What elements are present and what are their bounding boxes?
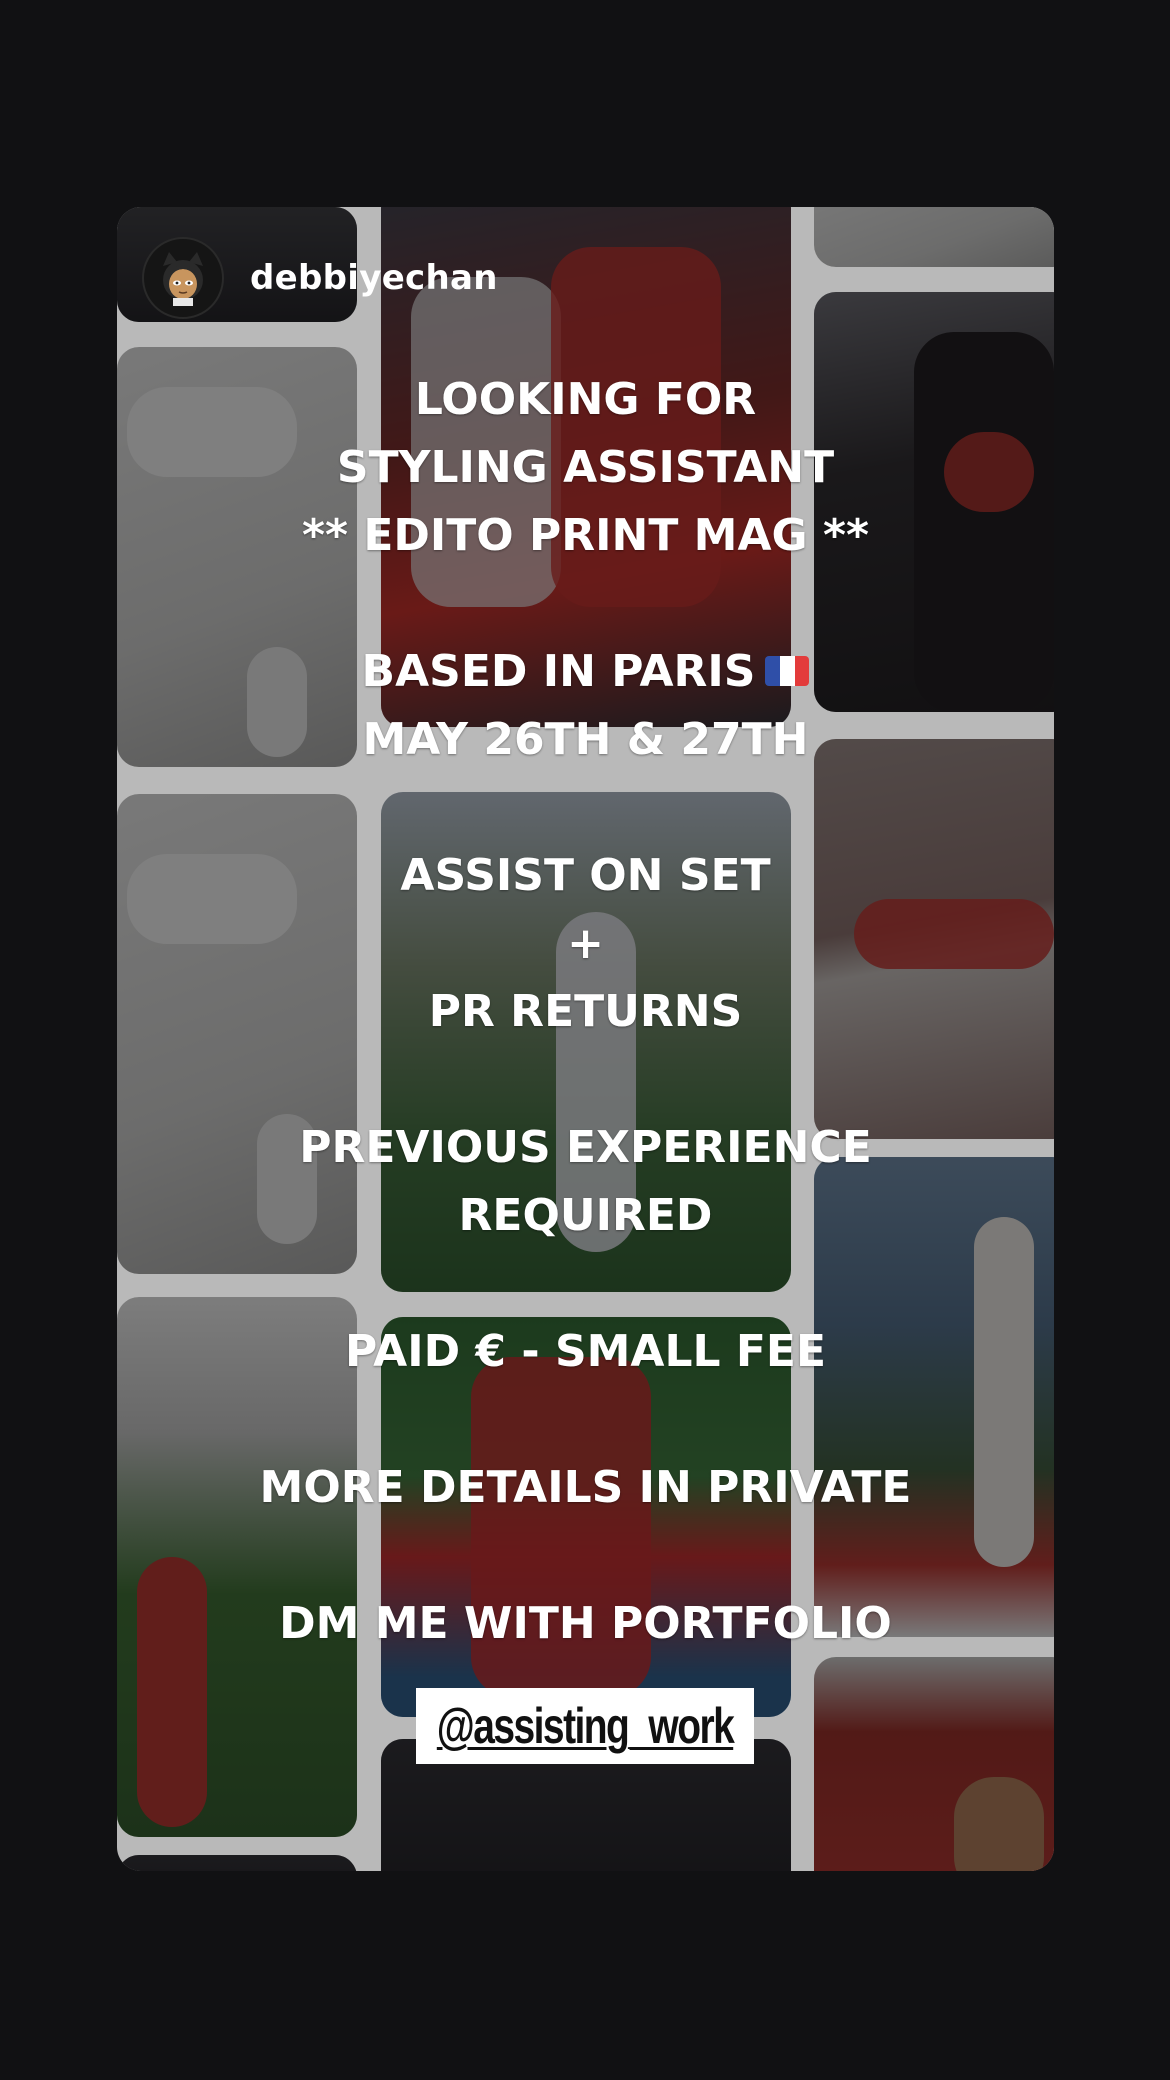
mention-sticker[interactable]: @assisting_work [416,1688,754,1764]
cartoon-cat-girl-avatar-icon[interactable] [142,237,224,319]
announcement-line: STYLING ASSISTANT [336,442,835,493]
story-screen: debbiyechan LOOKING FOR STYLING ASSISTAN… [0,0,1170,2080]
announcement-line: + [567,918,604,969]
announcement-line: LOOKING FOR [414,374,757,425]
announcement-line: ** EDITO PRINT MAG ** [302,510,869,561]
story-header: debbiyechan [142,237,498,319]
announcement-line: PR RETURNS [428,986,743,1037]
announcement-line: MAY 26TH & 27TH [362,714,809,765]
announcement-line: ASSIST ON SET [400,850,771,901]
location-text: BASED IN PARIS [361,646,756,697]
announcement-line: PAID € - SMALL FEE [344,1326,827,1377]
announcement-line: REQUIRED [458,1190,713,1241]
moodboard-tile [814,207,1054,267]
username[interactable]: debbiyechan [250,258,498,298]
france-flag-icon [765,656,810,686]
moodboard-tile [814,1657,1054,1871]
announcement-line: DM ME WITH PORTFOLIO [279,1598,892,1649]
moodboard-tile [117,1855,357,1871]
mention-sticker-text[interactable]: @assisting_work [437,1697,735,1755]
announcement-line: MORE DETAILS IN PRIVATE [259,1462,912,1513]
announcement-text: LOOKING FOR STYLING ASSISTANT ** EDITO P… [117,366,1054,1658]
announcement-line: PREVIOUS EXPERIENCE [299,1122,872,1173]
announcement-line: BASED IN PARIS [117,638,1054,706]
